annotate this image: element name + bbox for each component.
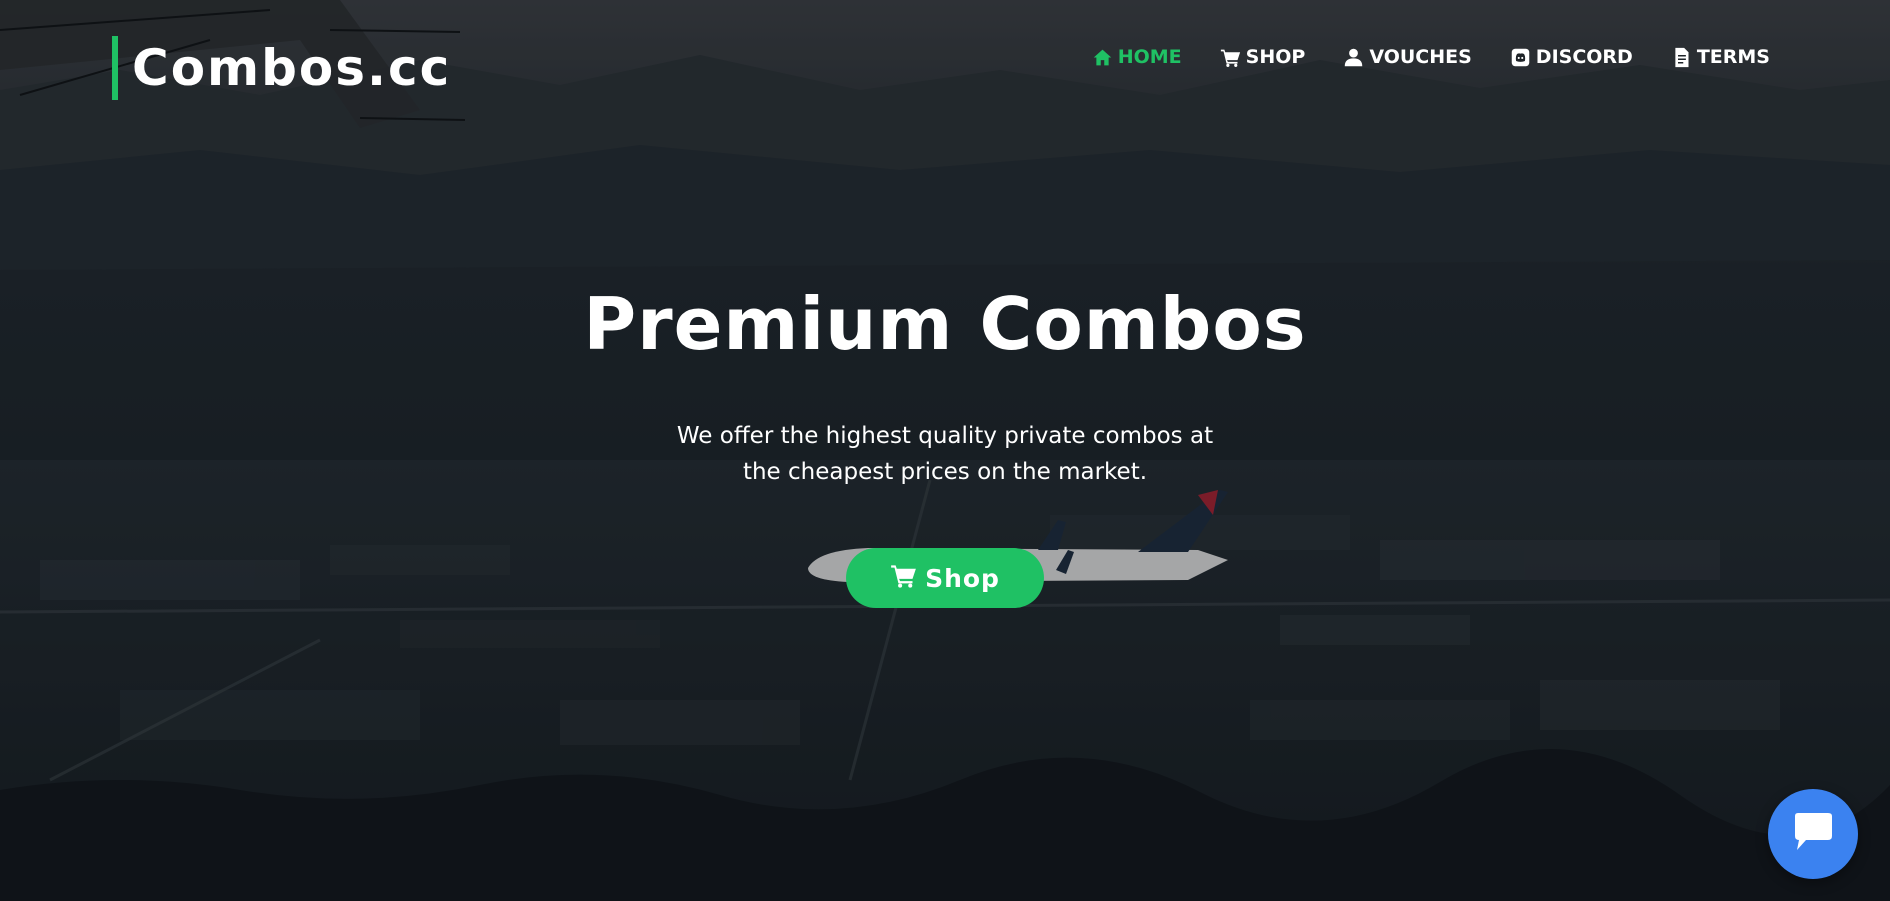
shop-button[interactable]: Shop [846,548,1044,608]
cart-icon [890,562,917,595]
brand-logo[interactable]: Combos.cc [112,36,451,100]
hero-subtitle: We offer the highest quality private com… [676,423,1214,485]
chat-icon [1789,810,1837,859]
nav-item-label: HOME [1117,46,1182,68]
discord-icon [1510,47,1531,68]
cart-icon [1220,47,1241,68]
nav-item-home[interactable]: HOME [1092,46,1182,68]
home-icon [1092,47,1113,68]
nav-item-label: VOUCHES [1369,46,1472,68]
brand-name: Combos.cc [132,39,452,97]
main-nav: HOME SHOP VOUCHES DISCORD TERMS [1092,46,1770,68]
nav-item-label: DISCORD [1535,46,1633,68]
nav-item-discord[interactable]: DISCORD [1510,46,1633,68]
hero-section: Premium Combos We offer the highest qual… [0,282,1890,608]
shop-button-label: Shop [925,563,1000,593]
brand-accent-bar [112,36,118,100]
nav-item-label: SHOP [1245,46,1306,68]
nav-item-label: TERMS [1696,46,1770,68]
nav-item-vouches[interactable]: VOUCHES [1343,46,1472,68]
document-icon [1671,47,1692,68]
hero-title: Premium Combos [583,282,1307,366]
chat-widget-button[interactable] [1768,789,1858,879]
page: Combos.cc HOME SHOP VOUCHES DISCORD TERM… [0,0,1890,901]
user-icon [1343,47,1364,68]
nav-item-shop[interactable]: SHOP [1220,46,1306,68]
nav-item-terms[interactable]: TERMS [1671,46,1770,68]
